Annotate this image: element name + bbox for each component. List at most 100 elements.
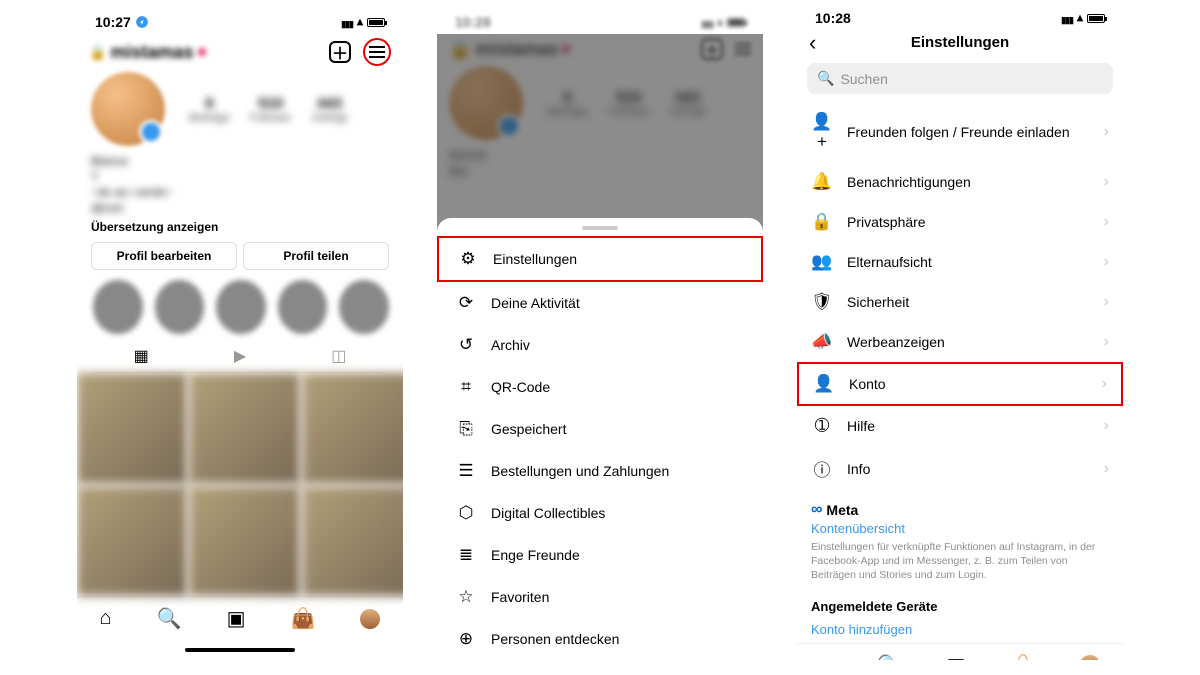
settings-item-sicherheit[interactable]: 🛡Sicherheit› [797,282,1123,322]
grid-tab-icon[interactable]: ▦ [134,346,149,366]
screen-menu-sheet: 10:28 🔒mistamas ＋ 6Beiträge 510Follower … [437,10,763,660]
menu-item-label: Digital Collectibles [491,505,605,521]
settings-item-konto[interactable]: 👤Konto› [797,362,1123,406]
menu-item-label: Personen entdecken [491,631,619,647]
back-button[interactable]: ‹ [809,30,816,56]
shop-icon[interactable]: 👜 [291,606,316,631]
menu-item-bestellungen-und-zahlungen[interactable]: ☰ Bestellungen und Zahlungen [437,450,763,492]
chevron-right-icon: › [1104,173,1109,191]
chevron-right-icon: › [1102,375,1107,393]
status-bar: 10:28 [437,10,763,34]
menu-item-personen-entdecken[interactable]: ⊕Personen entdecken [437,618,763,660]
settings-item-label: Werbeanzeigen [847,334,945,350]
share-profile-button[interactable]: Profil teilen [243,242,389,270]
signal-icon [341,14,353,30]
profile-nav-icon[interactable] [1080,655,1100,660]
settings-item-label: Konto [849,376,886,392]
menu-item-qr-code[interactable]: ⌗QR-Code [437,366,763,408]
menu-item-gespeichert[interactable]: ⎘Gespeichert [437,408,763,450]
profile-nav-icon[interactable] [360,609,380,629]
profile-username[interactable]: 🔒 mistamas [89,42,206,63]
wifi-icon [357,14,363,30]
status-time: 10:28 [815,10,851,26]
hamburger-icon [369,46,385,58]
menu-item-favoriten[interactable]: ☆Favoriten [437,576,763,618]
menu-item-enge-freunde[interactable]: ≣Enge Freunde [437,534,763,576]
status-time: 10:27 [95,14,131,30]
settings-item-label: Elternaufsicht [847,254,932,270]
reels-icon[interactable]: ▣ [227,606,246,631]
settings-item-privatsph-re[interactable]: 🔒Privatsphäre› [797,202,1123,242]
menu-item-label: Einstellungen [493,251,577,267]
settings-item-werbeanzeigen[interactable]: 📣 Werbeanzeigen › [797,322,1123,362]
settings-item-elternaufsicht[interactable]: 👥Elternaufsicht› [797,242,1123,282]
menu-item-archiv[interactable]: ↺ Archiv [437,324,763,366]
settings-item-freunden-folgen-freunde-einladen[interactable]: 👤+Freunden folgen / Freunde einladen› [797,102,1123,162]
menu-item-label: Deine Aktivität [491,295,580,311]
profile-avatar[interactable] [91,72,165,146]
bottom-sheet: ⚙Einstellungen ⟳ Deine Aktivität ↺ Archiv ⌗QR… [437,218,763,660]
archiv-icon: ↺ [455,335,477,355]
digital-collectibles-icon: ⬡ [455,503,477,523]
home-icon[interactable]: ⌂ [820,654,832,660]
search-input[interactable]: 🔍 Suchen [807,63,1113,94]
profile-bio: Bianca T ~do as i wrote~ @nori [91,154,389,216]
menu-button-highlighted[interactable] [363,38,391,66]
bestellungen-und-zahlungen-icon: ☰ [455,461,477,481]
status-bar: 10:28 [797,10,1123,26]
reels-icon[interactable]: ▣ [947,653,966,660]
shop-icon[interactable]: 👜 [1011,653,1036,660]
search-icon[interactable]: 🔍 [877,653,902,660]
status-icons [341,14,385,30]
sicherheit-icon: 🛡 [811,292,833,312]
settings-item-label: Info [847,461,870,477]
reels-tab-icon[interactable]: ▶ [234,346,246,366]
home-icon[interactable]: ⌂ [100,607,112,630]
menu-item-deine-aktivit-t[interactable]: ⟳ Deine Aktivität [437,282,763,324]
enge-freunde-icon: ≣ [455,545,477,565]
profile-stats: 6Beiträge 510Follower 443Gefolgt [189,95,347,124]
bottom-nav: ⌂ 🔍 ▣ 👜 [77,596,403,640]
battery-icon [367,18,385,27]
create-post-button[interactable]: ＋ [329,41,351,63]
edit-profile-button[interactable]: Profil bearbeiten [91,242,237,270]
meta-accounts-block: ∞Meta Kontenübersicht Einstellungen für … [797,491,1123,589]
menu-item-label: QR-Code [491,379,550,395]
tagged-tab-icon[interactable]: ◫ [331,346,346,366]
search-icon: 🔍 [817,70,834,87]
add-account-link[interactable]: Konto hinzufügen [797,616,1123,643]
menu-item-einstellungen[interactable]: ⚙Einstellungen [437,236,763,282]
menu-item-label: Archiv [491,337,530,353]
favoriten-icon: ☆ [455,587,477,607]
menu-item-label: Bestellungen und Zahlungen [491,463,669,479]
settings-item-hilfe[interactable]: ➀Hilfe› [797,406,1123,446]
deine-aktivit-t-icon: ⟳ [455,293,477,313]
werbeanzeigen-icon: 📣 [811,332,833,352]
translate-link[interactable]: Übersetzung anzeigen [91,220,389,234]
gespeichert-icon: ⎘ [455,419,477,439]
logged-devices-heading: Angemeldete Geräte [797,589,1123,616]
accounts-overview-link[interactable]: Kontenübersicht [811,521,1109,536]
settings-item-info[interactable]: ⓘInfo› [797,446,1123,491]
settings-item-label: Hilfe [847,418,875,434]
search-icon[interactable]: 🔍 [157,606,182,631]
chevron-right-icon: › [1104,333,1109,351]
status-time: 10:28 [455,14,491,30]
info-icon: ⓘ [811,456,833,481]
profile-tabs[interactable]: ▦ ▶ ◫ [91,346,389,373]
chevron-right-icon: › [1104,293,1109,311]
screen-profile: 10:27 🔒 mistamas ＋ [77,10,403,660]
posts-grid[interactable] [77,373,403,596]
settings-header: ‹ Einstellungen [797,26,1123,59]
meta-logo: ∞Meta [811,501,1109,519]
privatsph-re-icon: 🔒 [811,212,833,232]
notification-dot [198,48,206,56]
status-bar: 10:27 [77,10,403,34]
chevron-right-icon: › [1104,213,1109,231]
settings-item-benachrichtigungen[interactable]: 🔔Benachrichtigungen› [797,162,1123,202]
sheet-handle-icon[interactable] [582,226,618,230]
menu-item-digital-collectibles[interactable]: ⬡ Digital Collectibles [437,492,763,534]
story-highlights[interactable] [91,280,389,334]
chevron-right-icon: › [1104,123,1109,141]
meta-description: Einstellungen für verknüpfte Funktionen … [811,540,1109,583]
